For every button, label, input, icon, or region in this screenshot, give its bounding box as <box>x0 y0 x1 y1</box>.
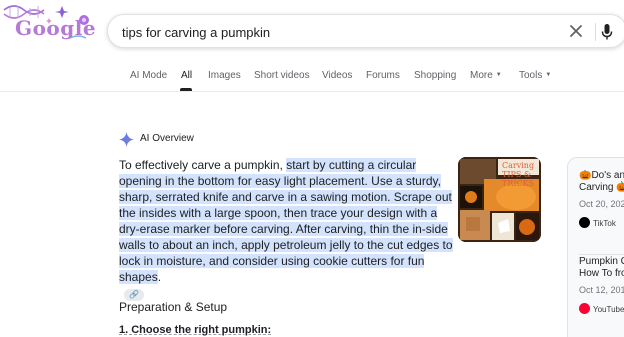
close-icon[interactable] <box>569 24 583 38</box>
youtube-icon <box>579 303 590 314</box>
summary-intro: To effectively carve a pumpkin, <box>119 158 287 172</box>
ai-overview-summary: To effectively carve a pumpkin, start by… <box>119 157 455 301</box>
caret-down-icon: ▼ <box>495 72 502 78</box>
source-title-line: Pumpkin Carving <box>579 256 624 267</box>
source-site-name: TikTok <box>593 219 616 228</box>
tab-videos[interactable]: Videos <box>322 70 352 81</box>
source-card-2[interactable]: Pumpkin Carving How To from Oct 12, 2019… <box>579 256 624 314</box>
tab-short-videos[interactable]: Short videos <box>254 70 310 81</box>
search-tabs: AI Mode All Images Short videos Videos F… <box>0 66 624 92</box>
thumbnail-caption: Carving TIPS & TRICKS <box>502 161 535 188</box>
section-title: Preparation & Setup <box>119 300 228 314</box>
tab-more-label: More <box>470 70 493 81</box>
source-title-line: 🎃Do's and <box>579 170 624 181</box>
tab-more[interactable]: More ▼ <box>470 70 502 81</box>
sparkle-icon <box>119 132 134 147</box>
search-divider <box>595 23 596 41</box>
source-title-line: How To from <box>579 268 624 279</box>
source-site-name: YouTube <box>593 305 624 314</box>
source-site: YouTube <box>579 303 624 314</box>
summary-highlight[interactable]: start by cutting a circular opening in t… <box>119 158 453 284</box>
source-title-line: Carving 🎃 <box>579 182 624 193</box>
source-date: Oct 20, 2024 <box>579 199 624 209</box>
tab-tools-label: Tools <box>519 70 543 81</box>
google-logo[interactable]: Google <box>0 0 100 50</box>
tab-all[interactable]: All <box>181 70 192 81</box>
source-card-1[interactable]: 🎃Do's and Carving 🎃 Oct 20, 2024 TikTok <box>579 170 624 228</box>
ai-overview-thumbnail[interactable]: Carving TIPS & TRICKS <box>458 157 541 242</box>
summary-end: . <box>157 270 162 284</box>
microphone-icon[interactable] <box>601 23 613 41</box>
tab-forums[interactable]: Forums <box>366 70 400 81</box>
tab-shopping[interactable]: Shopping <box>414 70 456 81</box>
tab-ai-mode[interactable]: AI Mode <box>130 70 167 81</box>
tab-tools[interactable]: Tools ▼ <box>519 70 551 81</box>
source-date: Oct 12, 2019 <box>579 285 624 295</box>
source-title: 🎃Do's and Carving 🎃 <box>579 170 624 194</box>
source-site: TikTok <box>579 217 624 228</box>
tabs-divider <box>0 91 624 92</box>
tiktok-icon <box>579 217 590 228</box>
ai-overview-title: AI Overview <box>140 133 194 144</box>
tab-images[interactable]: Images <box>208 70 241 81</box>
step-1[interactable]: 1. Choose the right pumpkin: <box>119 324 271 336</box>
sources-panel: 🎃Do's and Carving 🎃 Oct 20, 2024 TikTok … <box>567 157 624 337</box>
logo-text: Google <box>15 16 97 40</box>
search-box[interactable] <box>107 14 624 48</box>
source-divider <box>579 254 624 255</box>
caret-down-icon: ▼ <box>545 72 552 78</box>
search-input[interactable] <box>122 22 542 42</box>
source-title: Pumpkin Carving How To from <box>579 256 624 280</box>
